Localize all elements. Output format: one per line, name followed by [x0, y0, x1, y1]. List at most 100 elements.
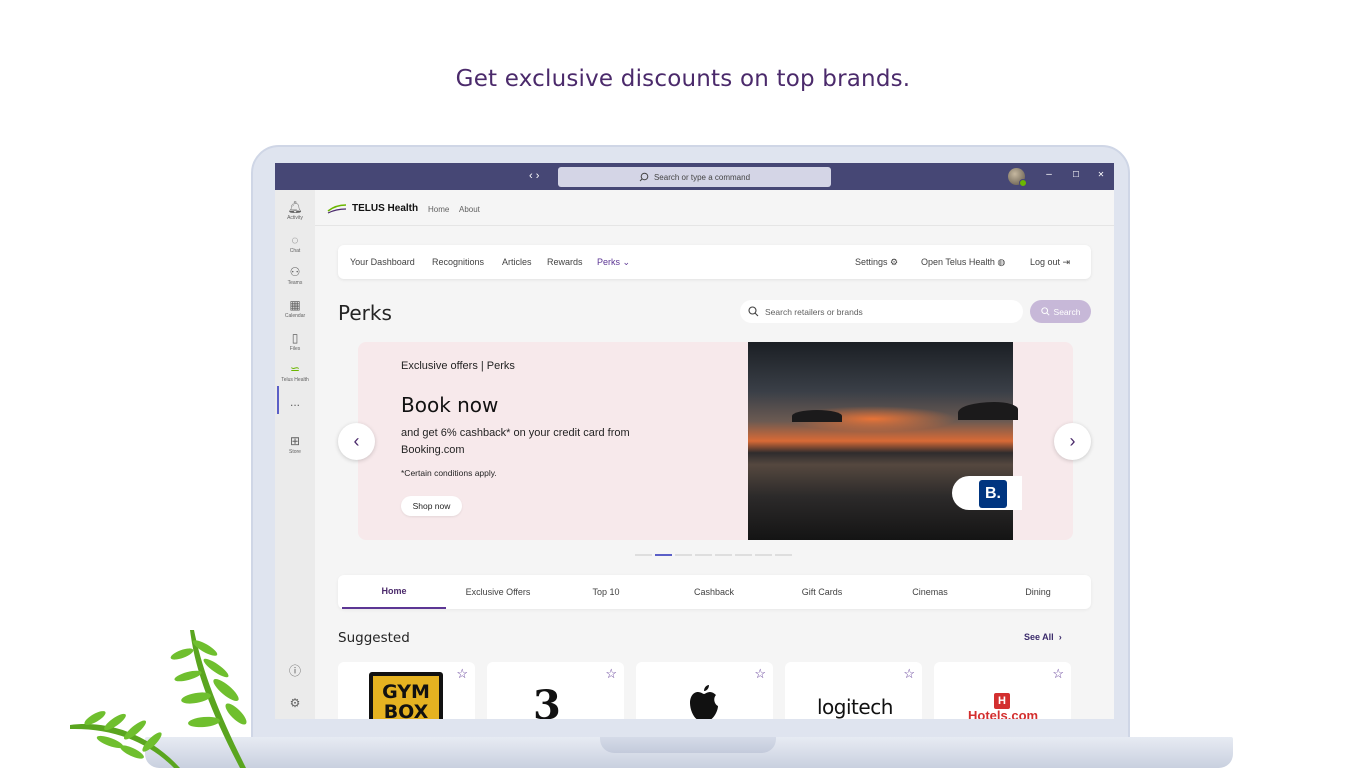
app-header: TELUS Health Home About [315, 190, 1114, 226]
suggested-title: Suggested [338, 630, 410, 646]
favorite-star-icon[interactable]: ☆ [903, 666, 915, 682]
chevron-right-icon: › [1056, 632, 1062, 642]
logout-icon: ⇥ [1062, 257, 1071, 267]
hotels-logo: Hotels.com [968, 708, 1039, 719]
chevron-right-icon: › [1069, 431, 1076, 451]
banner-kicker: Exclusive offers | Perks [401, 360, 515, 372]
tab-exclusive-offers[interactable]: Exclusive Offers [446, 575, 550, 609]
rail-item-label: Calendar [284, 313, 306, 319]
rail-item-store[interactable]: ⊞ Store [275, 434, 315, 455]
nav-perks-label: Perks [597, 257, 621, 267]
gymbox-logo: GYM BOX [369, 672, 443, 719]
island-silhouette [958, 402, 1018, 420]
carousel-dot[interactable] [735, 554, 752, 556]
nav-open-telus-health[interactable]: Open Telus Health ◍ [921, 257, 1005, 268]
brand-card-gymbox[interactable]: GYM BOX ☆ [338, 662, 475, 719]
rail-item-teams[interactable]: ⚇ Teams [275, 265, 315, 286]
rail-item-more[interactable]: ... [275, 395, 315, 409]
nav-open-telus-label: Open Telus Health [921, 257, 995, 267]
tab-top-10[interactable]: Top 10 [554, 575, 658, 609]
hotels-logo-icon: H [994, 693, 1010, 709]
maximize-button[interactable]: ☐ [1069, 170, 1083, 179]
carousel-dot[interactable] [755, 554, 772, 556]
carousel-dot[interactable] [655, 554, 672, 556]
carousel-next-button[interactable]: › [1054, 423, 1091, 460]
carousel-dot[interactable] [675, 554, 692, 556]
apple-logo-icon [690, 685, 718, 719]
favorite-star-icon[interactable]: ☆ [605, 666, 617, 682]
carousel-dot[interactable] [715, 554, 732, 556]
telus-icon: ⋍ [289, 362, 301, 376]
help-icon: ⓘ [288, 664, 301, 678]
tab-dining[interactable]: Dining [986, 575, 1090, 609]
help-button[interactable]: ⓘ [275, 664, 315, 678]
nav-logout-label: Log out [1030, 257, 1061, 267]
app-link-about[interactable]: About [459, 205, 480, 214]
telus-logo-icon [327, 204, 347, 214]
search-icon [748, 306, 759, 317]
promo-banner: Exclusive offers | Perks Book now and ge… [358, 342, 1073, 540]
rail-item-files[interactable]: ▯ Files [275, 331, 315, 352]
teams-window: ‹ › Search or type a command – ☐ ✕ 🔔︎ Ac… [275, 163, 1114, 719]
nav-log-out[interactable]: Log out ⇥ [1030, 257, 1070, 268]
carousel-dot[interactable] [695, 554, 712, 556]
user-avatar[interactable] [1008, 168, 1027, 187]
rail-item-chat[interactable]: ◌ Chat [275, 233, 315, 254]
teams-titlebar: ‹ › Search or type a command – ☐ ✕ [275, 163, 1114, 190]
search-placeholder: Search retailers or brands [765, 306, 863, 317]
search-icon [639, 172, 649, 182]
back-forward-arrows[interactable]: ‹ › [529, 170, 539, 182]
nav-your-dashboard[interactable]: Your Dashboard [350, 257, 415, 267]
sunset-beach-image [748, 342, 1018, 540]
see-all-link[interactable]: See All › [1024, 632, 1062, 642]
tab-cashback[interactable]: Cashback [662, 575, 766, 609]
rail-item-activity[interactable]: 🔔︎ Activity [275, 200, 315, 221]
shop-now-button[interactable]: Shop now [401, 496, 462, 516]
brand-card-hotels[interactable]: H Hotels.com ☆ [934, 662, 1071, 719]
brand-card-three[interactable]: 3 ☆ [487, 662, 624, 719]
carousel-dot[interactable] [635, 554, 652, 556]
command-search-bar[interactable]: Search or type a command [558, 167, 831, 187]
favorite-star-icon[interactable]: ☆ [456, 666, 468, 682]
rail-item-label: Teams [287, 280, 303, 286]
brand-card-logitech[interactable]: logitech ☆ [785, 662, 922, 719]
gymbox-logo-text: GYM BOX [373, 676, 439, 719]
close-button[interactable]: ✕ [1094, 170, 1108, 179]
favorite-star-icon[interactable]: ☆ [754, 666, 766, 682]
presence-icon [1019, 179, 1027, 187]
perks-navigation: Your Dashboard Recognitions Articles Rew… [338, 245, 1091, 279]
store-icon: ⊞ [289, 434, 301, 448]
laptop-notch [600, 737, 776, 753]
nav-articles[interactable]: Articles [502, 257, 532, 267]
nav-settings-label: Settings [855, 257, 888, 267]
banner-text: and get 6% cashback* on your credit card… [401, 427, 630, 456]
command-search-placeholder: Search or type a command [653, 172, 751, 182]
rail-item-calendar[interactable]: ▦ Calendar [275, 298, 315, 319]
gear-icon: ⚙ [890, 257, 899, 267]
page-title: Perks [338, 301, 392, 325]
search-icon [1040, 307, 1050, 316]
tab-gift-cards[interactable]: Gift Cards [770, 575, 874, 609]
nav-rewards[interactable]: Rewards [547, 257, 583, 267]
settings-rail-button[interactable]: ⚙ [275, 696, 315, 710]
search-button[interactable]: Search [1030, 300, 1091, 323]
nav-recognitions[interactable]: Recognitions [432, 257, 484, 267]
tab-home[interactable]: Home [342, 575, 446, 609]
app-link-home[interactable]: Home [428, 205, 449, 214]
calendar-icon: ▦ [289, 298, 301, 312]
retailer-search-input[interactable]: Search retailers or brands [740, 300, 1023, 323]
promo-headline: Get exclusive discounts on top brands. [455, 66, 911, 92]
category-tabs: Home Exclusive Offers Top 10 Cashback Gi… [338, 575, 1091, 609]
brand-name: TELUS Health [352, 203, 419, 214]
island-silhouette [792, 410, 842, 422]
minimize-button[interactable]: – [1042, 169, 1056, 180]
rail-item-telus-health[interactable]: ⋍ Telus Health [275, 362, 315, 383]
nav-settings[interactable]: Settings ⚙ [855, 257, 898, 268]
carousel-prev-button[interactable]: ‹ [338, 423, 375, 460]
favorite-star-icon[interactable]: ☆ [1052, 666, 1064, 682]
nav-perks[interactable]: Perks ⌄ [597, 257, 630, 268]
brand-card-apple[interactable]: ☆ [636, 662, 773, 719]
carousel-dot[interactable] [775, 554, 792, 556]
tab-cinemas[interactable]: Cinemas [878, 575, 982, 609]
rail-item-label: Telus Health [281, 377, 309, 383]
